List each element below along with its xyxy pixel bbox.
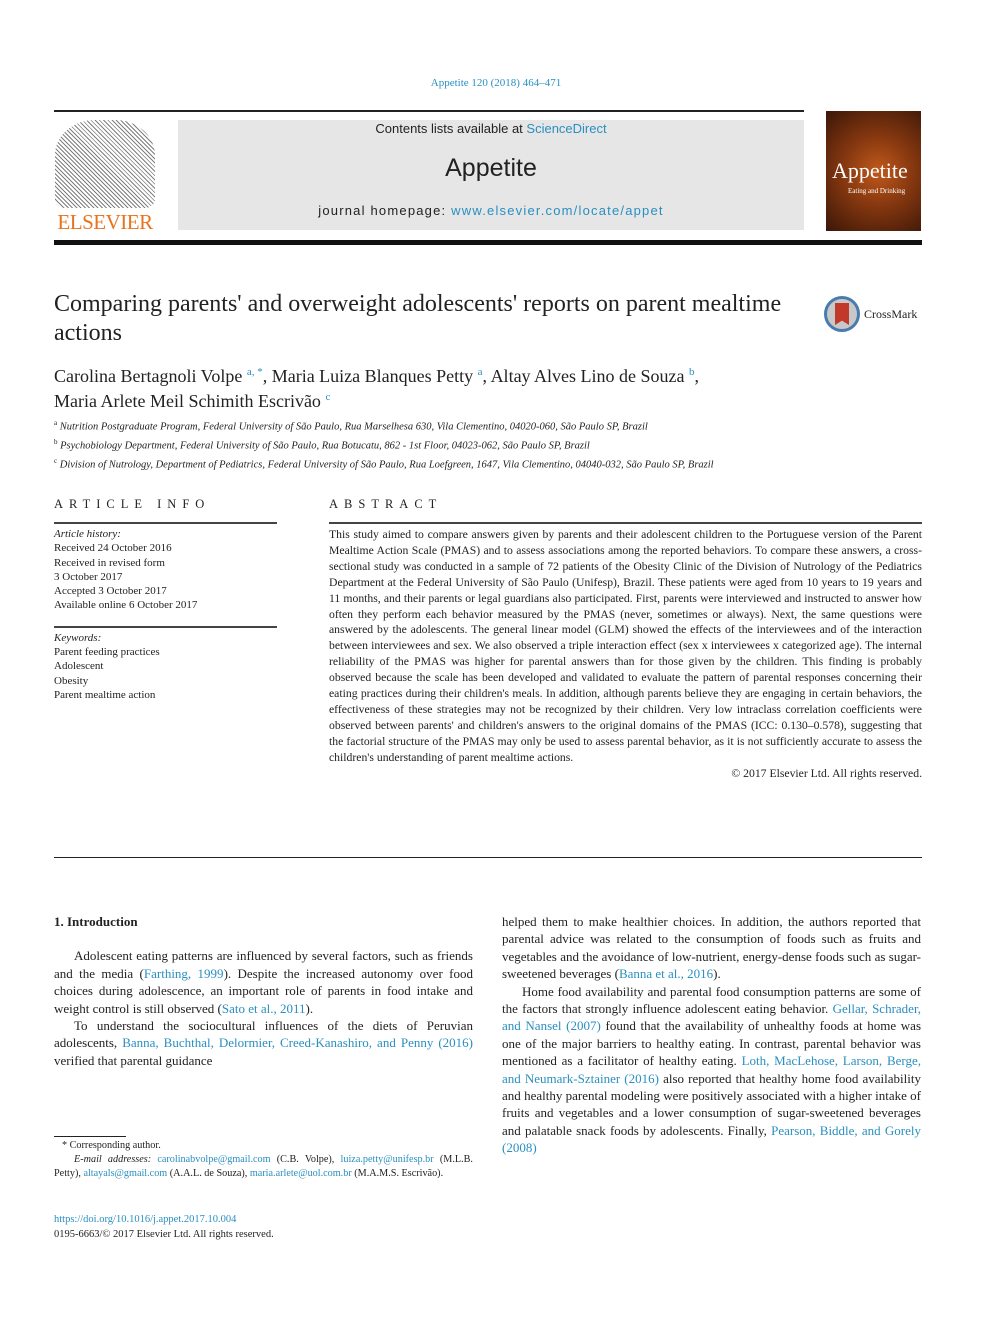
corresponding-author-note: * Corresponding author. <box>62 1140 161 1151</box>
cover-title: Appetite <box>832 158 908 183</box>
journal-banner: Contents lists available at ScienceDirec… <box>178 120 804 230</box>
header-thick-rule <box>54 240 922 245</box>
crossmark-button[interactable]: CrossMark <box>824 296 917 332</box>
journal-cover-image[interactable]: Appetite Eating and Drinking <box>826 111 921 231</box>
reference-link[interactable]: Banna et al., 2016 <box>619 966 713 981</box>
reference-link[interactable]: Sato et al., 2011 <box>222 1001 306 1016</box>
reference-link[interactable]: Banna, Buchthal, Delormier, Creed-Kanash… <box>122 1035 473 1050</box>
sciencedirect-link[interactable]: ScienceDirect <box>526 121 606 136</box>
keyword: Parent mealtime action <box>54 688 156 701</box>
article-title: Comparing parents' and overweight adoles… <box>54 291 782 346</box>
journal-name: Appetite <box>445 154 537 182</box>
footnote-rule <box>54 1136 126 1137</box>
author[interactable]: Altay Alves Lino de Souza b <box>491 366 695 386</box>
keyword: Parent feeding practices <box>54 646 160 659</box>
homepage-link[interactable]: www.elsevier.com/locate/appet <box>451 203 664 218</box>
issn-copyright: 0195-6663/© 2017 Elsevier Ltd. All right… <box>54 1229 274 1240</box>
footnotes: * Corresponding author. E-mail addresses… <box>54 1139 473 1182</box>
section-rule <box>54 857 922 858</box>
divider <box>54 625 277 628</box>
author[interactable]: Carolina Bertagnoli Volpe a, * <box>54 366 263 386</box>
abstract-heading: ABSTRACT <box>329 497 443 511</box>
article-info-heading: ARTICLE INFO <box>54 497 211 511</box>
keyword: Obesity <box>54 674 89 687</box>
crossmark-icon <box>824 296 860 332</box>
body-column-right: helped them to make healthier choices. I… <box>502 913 921 1157</box>
reference-link[interactable]: Farthing, 1999 <box>144 966 224 981</box>
contents-line: Contents lists available at ScienceDirec… <box>375 121 607 136</box>
email-link[interactable]: carolinabvolpe@gmail.com <box>157 1154 270 1165</box>
affiliation: c Division of Nutrology, Department of P… <box>54 457 714 471</box>
abstract-panel: ABSTRACT This study aimed to compare ans… <box>329 497 922 780</box>
journal-citation[interactable]: Appetite 120 (2018) 464–471 <box>0 77 992 89</box>
crossmark-label: CrossMark <box>864 306 918 321</box>
body-column-left: 1. Introduction Adolescent eating patter… <box>54 913 473 1069</box>
author[interactable]: Maria Luiza Blanques Petty a <box>272 366 483 386</box>
affiliation: b Psychobiology Department, Federal Univ… <box>54 438 590 452</box>
paragraph: To understand the sociocultural influenc… <box>54 1018 474 1068</box>
abstract-text: This study aimed to compare answers give… <box>329 528 922 764</box>
cover-subtitle: Eating and Drinking <box>848 187 906 195</box>
email-link[interactable]: luiza.petty@unifesp.br <box>341 1154 434 1165</box>
header-rule <box>54 110 804 112</box>
author-list: Carolina Bertagnoli Volpe a, *, Maria Lu… <box>54 366 700 411</box>
divider <box>54 522 277 524</box>
elsevier-tree-icon <box>55 120 155 208</box>
doi-block: https://doi.org/10.1016/j.appet.2017.10.… <box>54 1212 274 1242</box>
paragraph: helped them to make healthier choices. I… <box>502 914 921 982</box>
email-link[interactable]: maria.arlete@uol.com.br <box>250 1168 352 1179</box>
divider <box>329 522 922 524</box>
article-info-panel: ARTICLE INFO Article history: Received 2… <box>54 497 277 702</box>
elsevier-wordmark: ELSEVIER <box>57 210 153 234</box>
author[interactable]: Maria Arlete Meil Schimith Escrivão c <box>54 391 330 411</box>
doi-link[interactable]: https://doi.org/10.1016/j.appet.2017.10.… <box>54 1214 236 1225</box>
keywords: Keywords: Parent feeding practices Adole… <box>54 631 160 701</box>
article-history: Article history: Received 24 October 201… <box>54 528 198 612</box>
keyword: Adolescent <box>54 660 104 673</box>
email-addresses: E-mail addresses: carolinabvolpe@gmail.c… <box>54 1154 473 1180</box>
elsevier-logo: ELSEVIER <box>54 120 156 234</box>
paragraph: Home food availability and parental food… <box>502 983 922 1156</box>
journal-homepage: journal homepage: www.elsevier.com/locat… <box>318 203 664 218</box>
affiliation: a Nutrition Postgraduate Program, Federa… <box>54 419 648 433</box>
email-link[interactable]: altayals@gmail.com <box>83 1168 167 1179</box>
paragraph: Adolescent eating patterns are influence… <box>54 948 473 1016</box>
section-heading: 1. Introduction <box>54 914 138 929</box>
affiliations: a Nutrition Postgraduate Program, Federa… <box>54 416 924 473</box>
abstract-copyright: © 2017 Elsevier Ltd. All rights reserved… <box>731 766 922 780</box>
